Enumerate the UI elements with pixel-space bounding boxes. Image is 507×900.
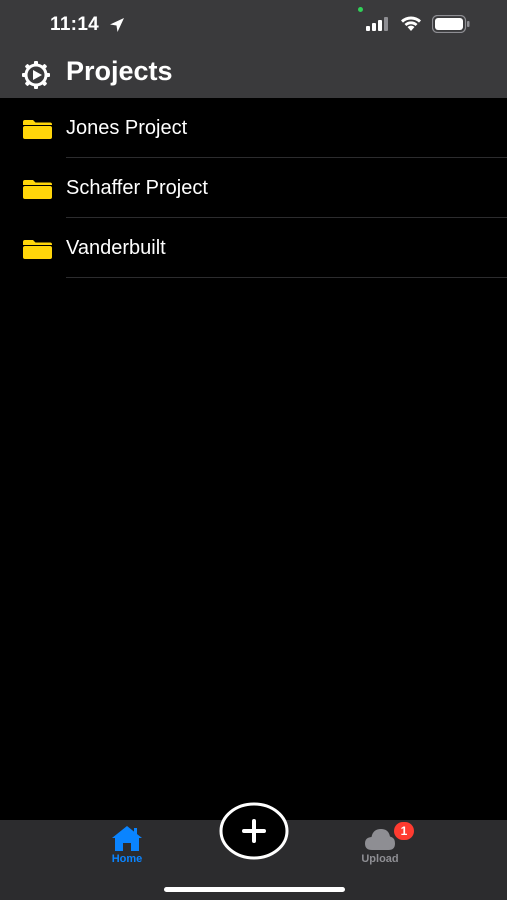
tab-upload[interactable]: 1 Upload (320, 820, 440, 880)
folder-icon (23, 180, 52, 199)
list-item[interactable]: Jones Project (0, 98, 507, 158)
status-bar: 11:14 (0, 0, 507, 50)
folder-icon (23, 120, 52, 139)
folder-icon (23, 240, 52, 259)
wifi-icon (401, 16, 421, 31)
gear-icon[interactable] (20, 59, 52, 91)
navigation-bar: Projects (0, 50, 507, 98)
location-arrow-icon (110, 18, 124, 32)
cloud-icon (365, 829, 395, 850)
header-area: 11:14 Projects (0, 0, 507, 98)
plus-circle-icon (219, 802, 289, 860)
tab-upload-label: Upload (361, 853, 399, 865)
project-name: Schaffer Project (66, 177, 208, 199)
project-name: Vanderbuilt (66, 237, 166, 259)
upload-badge: 1 (394, 822, 414, 840)
list-item[interactable]: Vanderbuilt (0, 218, 507, 278)
list-item[interactable]: Schaffer Project (0, 158, 507, 218)
tab-home[interactable]: Home (67, 820, 187, 880)
page-title: Projects (66, 56, 173, 86)
project-name: Jones Project (66, 117, 188, 139)
status-time: 11:14 (50, 14, 100, 35)
camera-in-use-indicator (358, 7, 363, 12)
house-icon (112, 826, 142, 851)
separator (66, 277, 507, 278)
home-indicator (164, 887, 345, 892)
tab-home-label: Home (111, 853, 143, 865)
cellular-signal-icon (366, 17, 388, 31)
project-list: Jones Project Schaffer Project Vanderbui… (0, 98, 507, 278)
battery-icon (432, 15, 470, 33)
add-project-button[interactable] (219, 802, 289, 860)
